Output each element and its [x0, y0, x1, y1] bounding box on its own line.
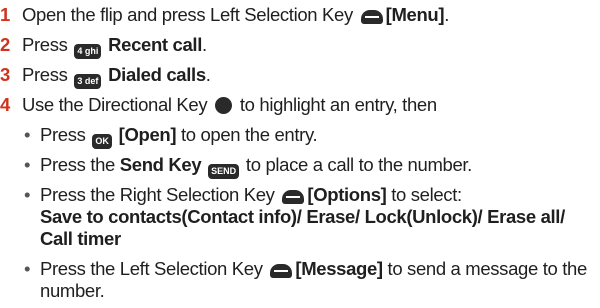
bullet-dot-icon: • [24, 154, 31, 175]
step-1: 1 Open the flip and press Left Selection … [0, 4, 449, 26]
step-text-end: . [205, 64, 211, 85]
bullet-text-end: to open the entry. [180, 124, 318, 145]
left-selection-key-icon [360, 10, 383, 24]
bullet-bold-label: [Open] [118, 124, 177, 145]
step-text-end: to highlight an entry, then [239, 94, 437, 115]
bullet-bold-label: [Message] [295, 258, 383, 279]
bullet-text: Press the Right Selection Key [40, 184, 275, 205]
bullet-text: Press the [40, 154, 115, 175]
bullet-send: • Press the Send Key SEND to place a call… [24, 154, 472, 179]
bullet-open: • Press OK [Open] to open the entry. [24, 124, 318, 149]
bullet-dot-icon: • [24, 258, 31, 279]
key-3-icon: 3 def [74, 74, 102, 89]
bullet-dot-icon: • [24, 184, 31, 205]
bullet-options: • Press the Right Selection Key [Options]… [24, 184, 462, 206]
bullet-text-end: to select: [391, 184, 462, 205]
bullet-options-list: Save to contacts(Contact info)/ Erase/ L… [40, 206, 565, 228]
step-text: Use the Directional Key [22, 94, 208, 115]
step-number: 4 [0, 94, 10, 115]
step-bold-label: [Menu] [385, 4, 445, 25]
bullet-text-end: to place a call to the number. [245, 154, 472, 175]
bullet-dot-icon: • [24, 124, 31, 145]
step-3: 3 Press 3 def Dialed calls. [0, 64, 211, 89]
directional-key-icon [215, 97, 233, 114]
step-text: Press [22, 34, 68, 55]
step-4: 4 Use the Directional Key to highlight an… [0, 94, 437, 116]
step-2: 2 Press 4 ghi Recent call. [0, 34, 207, 59]
bullet-text: Press [40, 124, 86, 145]
right-selection-key-icon [282, 190, 305, 204]
step-text: Press [22, 64, 68, 85]
ok-key-icon: OK [92, 134, 112, 149]
bullet-bold-label: Send Key [119, 154, 202, 175]
step-text: Open the flip and press Left Selection K… [22, 4, 353, 25]
bullet-options-list-end: Call timer [40, 228, 121, 250]
options-list-text: Save to contacts(Contact info)/ Erase/ L… [40, 206, 565, 227]
bullet-text: Press the Left Selection Key [40, 258, 263, 279]
bullet-text-end: to send a message to the [387, 258, 588, 279]
left-selection-key-icon [270, 264, 293, 278]
bullet-message-end: number. [40, 280, 105, 302]
step-text-end: . [202, 34, 207, 55]
bullet-bold-label: [Options] [307, 184, 387, 205]
send-key-icon: SEND [208, 164, 240, 179]
step-text-end: . [444, 4, 449, 25]
instruction-document: 1 Open the flip and press Left Selection … [0, 0, 600, 308]
options-list-text-end: Call timer [40, 228, 121, 249]
step-number: 2 [0, 34, 10, 55]
step-bold-label: Recent call [108, 34, 202, 55]
key-4-icon: 4 ghi [74, 44, 102, 59]
bullet-text-cont: number. [40, 280, 105, 301]
bullet-message: • Press the Left Selection Key [Message] … [24, 258, 587, 280]
step-number: 1 [0, 4, 10, 25]
step-number: 3 [0, 64, 10, 85]
step-bold-label: Dialed calls [108, 64, 206, 85]
